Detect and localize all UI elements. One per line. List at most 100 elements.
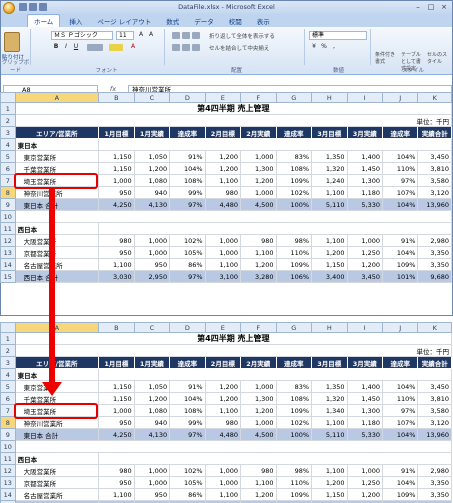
header-mar-rate[interactable]: 達成率 (381, 126, 419, 139)
cell[interactable]: 980 (240, 234, 277, 247)
cell[interactable]: 1,100 (311, 234, 348, 247)
office-name-cell[interactable]: 京都営業所 (14, 476, 100, 489)
header-area[interactable]: エリア/営業所 (14, 356, 100, 369)
cell[interactable]: 1,200 (204, 150, 242, 163)
tab-data[interactable]: データ (188, 15, 220, 27)
header-feb-actual[interactable]: 2月実績 (240, 126, 277, 139)
cell[interactable]: 3,400 (311, 270, 348, 283)
borders-icon[interactable] (87, 44, 103, 51)
row-header[interactable]: 5 (0, 380, 16, 393)
cell[interactable]: 1,000 (133, 234, 171, 247)
cell[interactable]: 109% (275, 174, 313, 187)
cell[interactable]: 4,250 (98, 198, 135, 211)
cell[interactable]: 1,000 (240, 380, 277, 393)
cell[interactable]: 1,320 (311, 392, 348, 405)
tab-review[interactable]: 校閲 (223, 15, 248, 27)
cell[interactable]: 3,810 (417, 162, 452, 175)
cell[interactable]: 1,100 (311, 416, 348, 429)
cell[interactable]: 1,320 (311, 162, 348, 175)
cell[interactable]: 104% (169, 162, 206, 175)
cell[interactable]: 3,450 (417, 150, 452, 163)
wrap-text-button[interactable]: 折り返して全体を表示する (209, 32, 275, 40)
cell[interactable]: 102% (169, 234, 206, 247)
cell[interactable]: 104% (381, 428, 419, 441)
cell[interactable]: 1,240 (311, 174, 348, 187)
cell[interactable]: 91% (169, 150, 206, 163)
cell[interactable]: 1,100 (98, 258, 135, 271)
cell[interactable]: 97% (169, 270, 206, 283)
font-size-select[interactable]: 11 (116, 31, 134, 40)
cell[interactable]: 104% (381, 476, 419, 489)
align-center-icon[interactable] (182, 44, 190, 51)
cell[interactable]: 5,330 (346, 198, 384, 211)
cell[interactable]: 1,200 (204, 392, 242, 405)
cell[interactable]: 1,100 (240, 476, 277, 489)
cell[interactable]: 104% (381, 198, 419, 211)
header-feb-target[interactable]: 2月目標 (204, 356, 242, 369)
cell[interactable]: 3,100 (204, 270, 242, 283)
cell[interactable]: 1,000 (204, 476, 242, 489)
tab-page-layout[interactable]: ページ レイアウト (91, 15, 157, 27)
cell[interactable]: 107% (381, 416, 419, 429)
cell[interactable]: 1,200 (240, 404, 277, 417)
header-mar-target[interactable]: 3月目標 (311, 126, 348, 139)
cell[interactable]: 3,350 (417, 488, 452, 501)
cell[interactable]: 1,150 (311, 258, 348, 271)
cell[interactable]: 3,580 (417, 404, 452, 417)
row-header[interactable]: 9 (0, 428, 16, 441)
conditional-format-button[interactable]: 条件付き書式 (375, 51, 399, 65)
cell[interactable]: 108% (169, 174, 206, 187)
italic-icon[interactable]: I (62, 43, 70, 51)
cell[interactable]: 1,450 (346, 162, 384, 175)
cell[interactable]: 2,980 (417, 464, 452, 477)
row-header[interactable]: 2 (0, 344, 16, 357)
table-row[interactable]: 14 名古屋営業所 1,100 950 86% 1,100 1,200 109% 1,150 1,… (0, 488, 452, 501)
cell[interactable]: 2,950 (133, 270, 171, 283)
cell[interactable]: 1,300 (346, 404, 384, 417)
cell[interactable]: 950 (98, 476, 135, 489)
cell[interactable]: 99% (169, 186, 206, 199)
merge-center-button[interactable]: セルを結合して中央揃え (209, 44, 269, 52)
tab-home[interactable]: ホーム (27, 14, 61, 27)
column-header-j[interactable]: J (381, 322, 419, 333)
cell[interactable]: 950 (133, 258, 171, 271)
row-header[interactable]: 14 (0, 488, 16, 501)
number-format-select[interactable]: 標準 (309, 31, 367, 40)
cell[interactable]: 3,350 (417, 476, 452, 489)
cell[interactable]: 1,180 (346, 416, 384, 429)
cell[interactable]: 1,200 (240, 174, 277, 187)
column-header-a[interactable]: A (14, 322, 100, 333)
region-label[interactable]: 西日本 (14, 452, 100, 465)
cell[interactable]: 1,350 (311, 380, 348, 393)
fill-color-icon[interactable] (109, 44, 123, 51)
header-feb-target[interactable]: 2月目標 (204, 126, 242, 139)
align-right-icon[interactable] (192, 44, 200, 51)
table-row[interactable]: 9 東日本 合計 4,250 4,130 97% 4,480 4,500 100… (0, 198, 452, 211)
cell[interactable]: 13,960 (417, 198, 452, 211)
row-header[interactable]: 7 (0, 404, 16, 417)
header-mar-target[interactable]: 3月目標 (311, 356, 348, 369)
cell[interactable]: 1,100 (204, 404, 242, 417)
cell[interactable]: 1,000 (204, 464, 242, 477)
header-jan-actual[interactable]: 1月実績 (133, 126, 171, 139)
cell[interactable]: 102% (275, 186, 313, 199)
cell[interactable]: 1,200 (346, 258, 384, 271)
column-header-g[interactable]: G (275, 92, 313, 103)
empty-cell[interactable] (14, 210, 453, 223)
cell[interactable]: 1,000 (98, 174, 135, 187)
cell[interactable]: 940 (133, 186, 171, 199)
cell[interactable]: 109% (275, 404, 313, 417)
cell[interactable]: 1,200 (311, 246, 348, 259)
cell[interactable]: 1,000 (204, 246, 242, 259)
row-header[interactable]: 4 (0, 138, 16, 151)
cell[interactable]: 1,000 (204, 234, 242, 247)
cell[interactable]: 83% (275, 150, 313, 163)
cell[interactable]: 1,350 (311, 150, 348, 163)
cell[interactable]: 9,680 (417, 270, 452, 283)
cell[interactable]: 106% (275, 270, 313, 283)
row-header[interactable]: 6 (0, 392, 16, 405)
cell[interactable]: 1,200 (346, 488, 384, 501)
row-header[interactable]: 6 (0, 162, 16, 175)
cell[interactable]: 86% (169, 258, 206, 271)
shrink-font-icon[interactable]: A (147, 31, 155, 39)
